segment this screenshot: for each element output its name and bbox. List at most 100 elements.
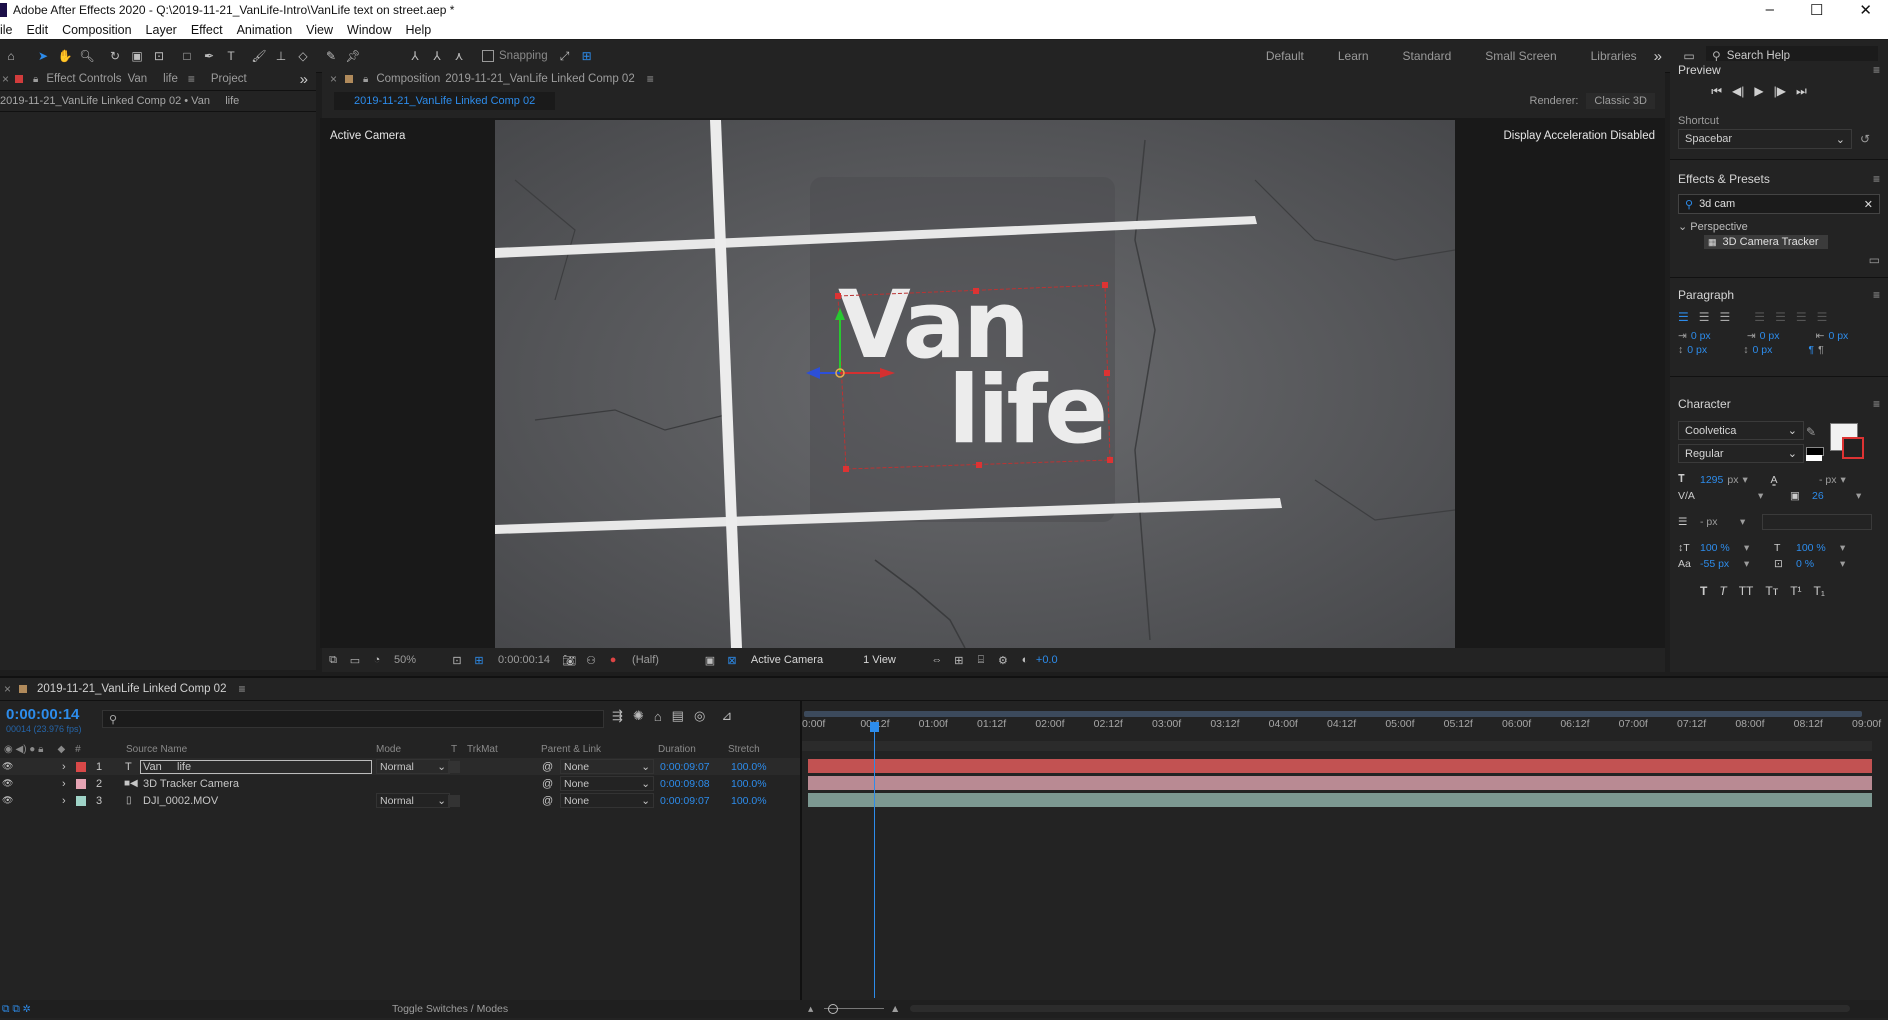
tab-effect-controls[interactable]: Effect Controls — [46, 73, 121, 85]
layer-label-color[interactable] — [76, 761, 86, 772]
zoom-dropdown[interactable]: 50% — [394, 654, 416, 666]
type-tool-icon[interactable]: T — [220, 45, 242, 67]
layer-label-color[interactable] — [76, 778, 86, 789]
rectangle-tool-icon[interactable]: □ — [176, 45, 198, 67]
layer-duration[interactable]: 0:00:09:07 — [660, 761, 710, 773]
renderer-value[interactable]: Classic 3D — [1586, 93, 1655, 109]
indent-right-value[interactable]: 0 px — [1828, 330, 1848, 342]
layer-name[interactable]: DJI_0002.MOV — [143, 795, 218, 807]
eyedropper-icon[interactable]: ✎ — [1806, 425, 1816, 439]
close-tab-icon[interactable]: × — [4, 682, 11, 696]
col-source-name[interactable]: Source Name — [126, 744, 187, 755]
ltr-direction-icon[interactable]: ¶ — [1809, 344, 1815, 356]
layer-bar-2[interactable] — [808, 776, 1872, 790]
visibility-eye-icon[interactable]: 👁︎ — [2, 795, 13, 806]
chevron-down-icon[interactable]: ▾ — [1840, 558, 1845, 570]
col-mode[interactable]: Mode — [376, 744, 401, 755]
workspace-small-screen[interactable]: Small Screen — [1485, 49, 1556, 63]
timecode-block[interactable]: 0:00:00:14 00014 (23.976 fps) — [6, 706, 82, 734]
monitor-icon[interactable]: ▭ — [344, 649, 366, 671]
parent-dropdown[interactable]: None ⌄ — [560, 759, 654, 774]
visibility-eye-icon[interactable]: 👁︎ — [2, 778, 13, 789]
workspace-standard[interactable]: Standard — [1403, 49, 1452, 63]
align-left-icon[interactable]: ☰ — [1678, 310, 1689, 324]
hand-tool-icon[interactable]: ✋ — [54, 45, 76, 67]
horizontal-scale-value[interactable]: 100 % — [1796, 542, 1840, 554]
align-center-icon[interactable]: ☰ — [1699, 310, 1710, 324]
justify-right-icon[interactable]: ☰ — [1796, 310, 1807, 324]
zoom-in-icon[interactable]: ▲ — [890, 1003, 900, 1015]
layer-bar-1[interactable] — [808, 759, 1872, 773]
expand-chevron-icon[interactable]: › — [62, 795, 66, 807]
table-row[interactable]: 👁︎ › 3 ▯ DJI_0002.MOV Normal ⌄ @ None ⌄ 0:… — [0, 792, 800, 809]
toggle-switches-modes[interactable]: Toggle Switches / Modes — [392, 1003, 508, 1015]
pick-whip-icon[interactable]: @ — [542, 761, 553, 773]
draft-3d-icon[interactable]: ✺ — [633, 708, 644, 724]
space-after-value[interactable]: 0 px — [1753, 344, 1805, 356]
panel-menu-icon[interactable]: ≡ — [647, 72, 654, 86]
pick-whip-icon[interactable]: @ — [542, 778, 553, 790]
zoom-out-icon[interactable]: ▴ — [808, 1003, 813, 1015]
preview-menu-icon[interactable]: ≡ — [1873, 63, 1880, 77]
font-family-dropdown[interactable]: Coolvetica ⌄ — [1678, 421, 1804, 440]
faux-italic-button[interactable]: T — [1719, 584, 1726, 598]
trkmat-box[interactable] — [448, 794, 460, 807]
video-frame[interactable]: Van life — [495, 120, 1455, 648]
chevron-down-icon[interactable]: ▾ — [1744, 558, 1774, 570]
shortcut-dropdown[interactable]: Spacebar ⌄ — [1678, 129, 1852, 149]
menu-edit[interactable]: Edit — [27, 23, 49, 37]
snapping-checkbox[interactable] — [482, 50, 494, 62]
playhead-handle[interactable] — [870, 722, 879, 732]
trkmat-box[interactable] — [448, 760, 460, 773]
tab-effect-controls-layer[interactable]: Van life — [128, 73, 178, 85]
table-row[interactable]: 👁︎ › 2 ■◀ 3D Tracker Camera @ None ⌄ 0:00… — [0, 775, 800, 792]
pen-tool-icon[interactable]: ✒ — [198, 45, 220, 67]
baseline-shift-value[interactable]: -55 px — [1700, 558, 1744, 570]
justify-center-icon[interactable]: ☰ — [1775, 310, 1786, 324]
stroke-width-value[interactable]: - px — [1700, 516, 1740, 528]
snap-options-icon[interactable]: ⤢ — [554, 45, 576, 67]
workspace-learn[interactable]: Learn — [1338, 49, 1369, 63]
layer-stretch[interactable]: 100.0% — [731, 778, 767, 790]
effects-result-item[interactable]: ▦ 3D Camera Tracker — [1704, 235, 1828, 249]
chevron-down-icon[interactable]: ▾ — [1740, 516, 1762, 528]
frame-blending-icon[interactable]: ▤ — [672, 708, 684, 724]
channel-icon[interactable]: ● — [602, 649, 624, 671]
layer-duration[interactable]: 0:00:09:07 — [660, 795, 710, 807]
current-timecode[interactable]: 0:00:00:14 — [498, 654, 550, 666]
timeline-search-input[interactable]: ⚲ — [102, 710, 604, 728]
timeline-scrollbar[interactable] — [910, 1005, 1850, 1012]
paragraph-menu-icon[interactable]: ≡ — [1873, 288, 1880, 302]
shy-layers-icon[interactable]: ⌂ — [654, 709, 662, 724]
graph-editor-icon[interactable]: ⊿ — [721, 708, 732, 724]
workspace-default[interactable]: Default — [1266, 49, 1304, 63]
camera-tool-icon[interactable]: ▣ — [126, 45, 148, 67]
exposure-value[interactable]: +0.0 — [1036, 654, 1058, 666]
layer-name[interactable]: Van life — [140, 759, 372, 774]
menu-file[interactable]: ile — [0, 23, 13, 37]
home-icon[interactable]: ⌂ — [0, 45, 22, 67]
parent-dropdown[interactable]: None ⌄ — [560, 793, 654, 808]
text-layer-overlay[interactable]: Van life — [838, 279, 1110, 459]
menu-composition[interactable]: Composition — [62, 23, 131, 37]
brush-tool-icon[interactable]: 🖌︎ — [248, 45, 270, 67]
align-right-icon[interactable]: ☰ — [1720, 310, 1731, 324]
close-icon[interactable]: ✕ — [1859, 1, 1872, 19]
draft-3d-icon[interactable]: ⊞ — [948, 649, 970, 671]
camera-view-dropdown[interactable]: Active Camera — [751, 654, 823, 666]
chevron-down-icon[interactable]: ▾ — [1742, 474, 1770, 486]
view-axis-icon[interactable]: ⋏ — [448, 45, 470, 67]
indent-left-value[interactable]: 0 px — [1691, 330, 1743, 342]
selection-tool-icon[interactable]: ➤ — [32, 45, 54, 67]
lock-icon[interactable]: 🔒︎ — [363, 74, 368, 85]
justify-left-icon[interactable]: ☰ — [1754, 310, 1765, 324]
chevron-down-icon[interactable]: ▾ — [1758, 490, 1790, 502]
menu-view[interactable]: View — [306, 23, 333, 37]
show-snapshot-icon[interactable]: ⚇ — [580, 649, 602, 671]
next-frame-icon[interactable]: |▶ — [1774, 84, 1786, 98]
menu-window[interactable]: Window — [347, 23, 391, 37]
world-axis-icon[interactable]: ⅄ — [426, 45, 448, 67]
roto-brush-tool-icon[interactable]: ✎ — [320, 45, 342, 67]
stroke-type-dropdown[interactable] — [1762, 514, 1872, 530]
layer-switches-icon[interactable]: ⧉ ⧉ ✲ — [2, 1003, 30, 1016]
